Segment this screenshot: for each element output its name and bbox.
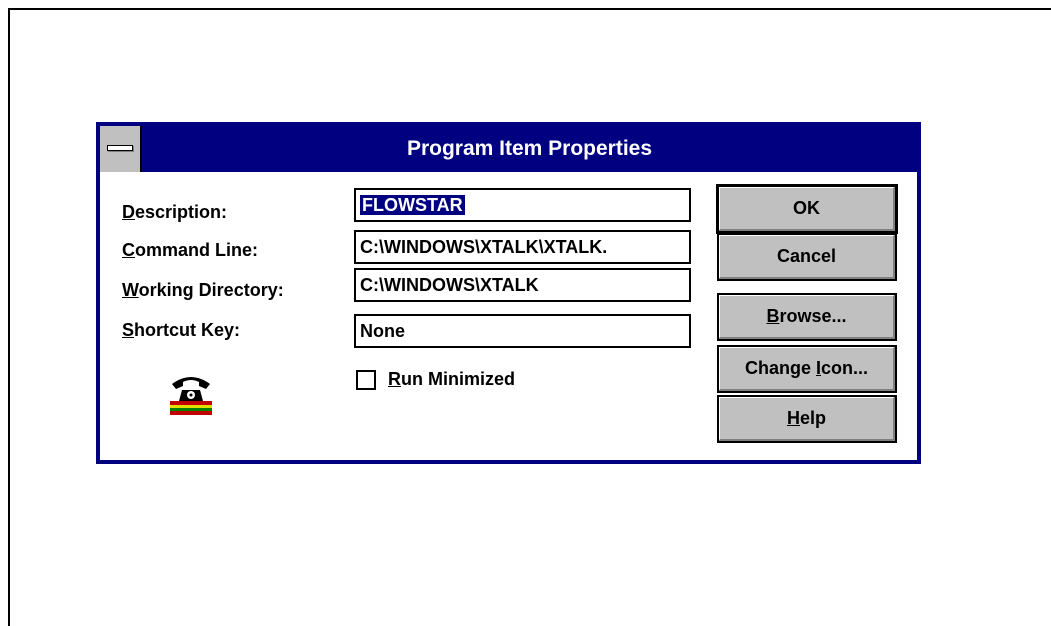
working-directory-value: C:\WINDOWS\XTALK	[360, 275, 539, 295]
command-line-label: Command Line:	[122, 240, 259, 260]
screen-border-top	[8, 8, 1051, 10]
cancel-button[interactable]: Cancel	[717, 233, 897, 281]
dialog-title: Program Item Properties	[406, 137, 653, 160]
run-minimized-label[interactable]: Run Minimized	[388, 369, 515, 390]
description-value: FLOWSTAR	[360, 195, 465, 215]
title-bar: Program Item Properties	[100, 126, 917, 172]
command-line-value: C:\WINDOWS\XTALK\XTALK.	[360, 237, 608, 257]
screen-border-left	[8, 8, 10, 626]
system-menu-button[interactable]	[100, 126, 142, 172]
shortcut-key-value: None	[360, 321, 405, 341]
ok-button[interactable]: OK	[716, 184, 898, 234]
shortcut-key-field[interactable]: None	[354, 314, 691, 348]
shortcut-key-label: Shortcut Key:	[122, 320, 241, 340]
working-directory-field[interactable]: C:\WINDOWS\XTALK	[354, 268, 691, 302]
description-label: Description:	[122, 202, 228, 222]
run-minimized-checkbox[interactable]	[356, 370, 376, 390]
description-field[interactable]: FLOWSTAR	[354, 188, 691, 222]
help-button[interactable]: Help	[717, 395, 897, 443]
telephone-book-icon	[170, 377, 212, 415]
system-menu-icon	[107, 145, 133, 151]
command-line-field[interactable]: C:\WINDOWS\XTALK\XTALK.	[354, 230, 691, 264]
browse-button[interactable]: Browse...	[717, 293, 897, 341]
change-icon-button[interactable]: Change Icon...	[717, 345, 897, 393]
working-directory-label: Working Directory:	[122, 280, 284, 300]
program-item-properties-dialog: Program Item Properties Description: FLO…	[96, 122, 921, 464]
